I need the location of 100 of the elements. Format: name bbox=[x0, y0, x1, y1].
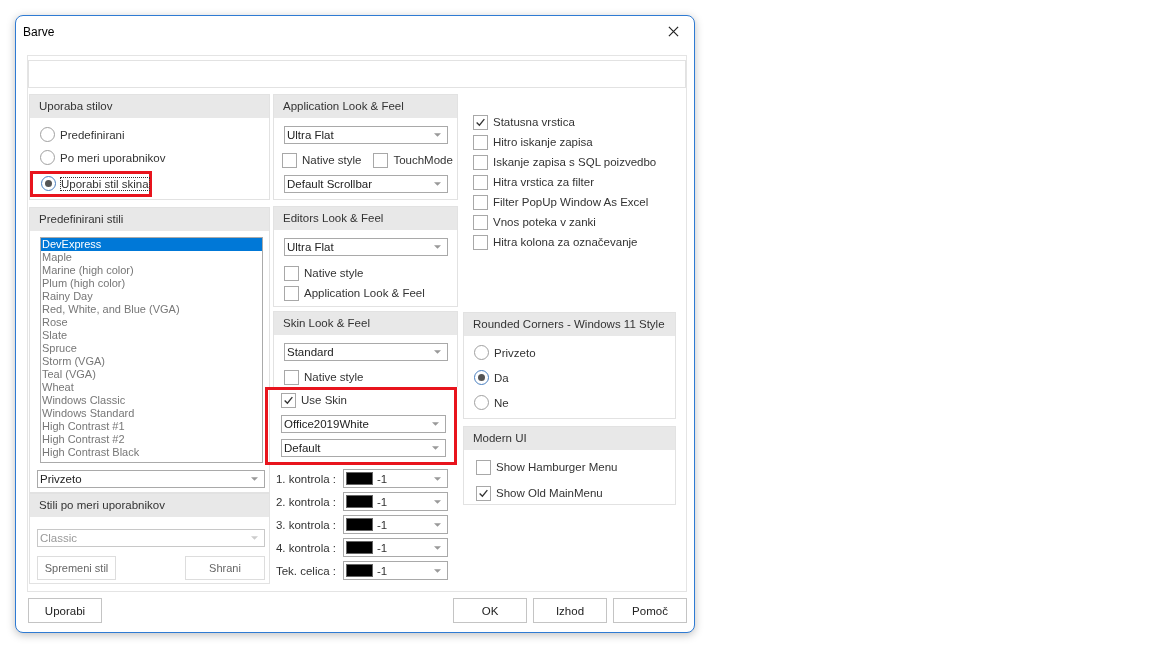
radio-label[interactable]: Privzeto bbox=[494, 346, 536, 359]
checkbox[interactable] bbox=[284, 265, 299, 281]
caret-icon bbox=[251, 536, 258, 540]
dropdown[interactable]: Ultra Flat bbox=[284, 238, 448, 256]
checkbox[interactable] bbox=[473, 234, 488, 250]
list-item[interactable]: Windows Standard bbox=[41, 407, 262, 420]
checkbox[interactable] bbox=[282, 152, 297, 168]
radio-label[interactable]: Da bbox=[494, 371, 509, 384]
color-label: Tek. celica : bbox=[274, 564, 337, 577]
color-dropdown[interactable]: -1 bbox=[343, 469, 448, 488]
group-header: Uporaba stilov bbox=[30, 95, 269, 118]
checkbox-label[interactable]: Hitra kolona za označevanje bbox=[493, 236, 638, 248]
color-dropdown[interactable]: -1 bbox=[343, 515, 448, 534]
checkbox-label[interactable]: Use Skin bbox=[301, 394, 348, 406]
list-item[interactable]: DevExpress bbox=[41, 238, 262, 251]
list-item[interactable]: Slate bbox=[41, 329, 262, 342]
caret-icon bbox=[434, 245, 441, 249]
apply-button[interactable]: Uporabi bbox=[28, 598, 102, 623]
radio-button[interactable] bbox=[474, 345, 489, 360]
color-dropdown[interactable]: -1 bbox=[343, 538, 448, 557]
caret-icon bbox=[434, 133, 441, 137]
radio-button[interactable] bbox=[41, 176, 56, 191]
checkbox[interactable] bbox=[473, 154, 488, 170]
checkbox[interactable] bbox=[284, 285, 299, 301]
group-header: Application Look & Feel bbox=[274, 95, 457, 118]
group-header: Predefinirani stili bbox=[30, 208, 269, 231]
checkbox-label[interactable]: Show Old MainMenu bbox=[496, 487, 603, 499]
dialog-button[interactable]: Izhod bbox=[533, 598, 607, 623]
checkbox-label[interactable]: Iskanje zapisa s SQL poizvedbo bbox=[493, 156, 657, 168]
checkbox[interactable] bbox=[373, 152, 389, 168]
checkbox-label[interactable]: Show Hamburger Menu bbox=[496, 461, 618, 473]
checkbox[interactable] bbox=[281, 392, 296, 408]
close-icon[interactable] bbox=[668, 26, 679, 37]
list-item[interactable]: Rainy Day bbox=[41, 290, 262, 303]
checkbox[interactable] bbox=[473, 114, 488, 130]
group-header: Modern UI bbox=[464, 427, 675, 450]
radio-label[interactable]: Po meri uporabnikov bbox=[60, 151, 166, 164]
list-item[interactable]: Wheat bbox=[41, 381, 262, 394]
radio-button[interactable] bbox=[40, 150, 55, 165]
list-item[interactable]: Spruce bbox=[41, 342, 262, 355]
checkbox[interactable] bbox=[473, 174, 488, 190]
radio-label[interactable]: Uporabi stil skina bbox=[61, 177, 149, 190]
list-item[interactable]: Plum (high color) bbox=[41, 277, 262, 290]
checkbox-label[interactable]: Filter PopUp Window As Excel bbox=[493, 196, 649, 208]
color-label: 4. kontrola : bbox=[274, 541, 337, 554]
color-label: 3. kontrola : bbox=[274, 518, 337, 531]
list-item[interactable]: High Contrast #2 bbox=[41, 433, 262, 446]
list-item[interactable]: Marine (high color) bbox=[41, 264, 262, 277]
checkbox-label[interactable]: Vnos poteka v zanki bbox=[493, 216, 596, 228]
checkbox[interactable] bbox=[476, 485, 491, 501]
dialog-button[interactable]: Pomoč bbox=[613, 598, 687, 623]
caret-icon bbox=[434, 350, 441, 354]
radio-button[interactable] bbox=[474, 395, 489, 410]
checkbox[interactable] bbox=[473, 214, 488, 230]
list-item[interactable]: Teal (VGA) bbox=[41, 368, 262, 381]
dropdown[interactable]: Default bbox=[281, 439, 446, 457]
dropdown[interactable]: Default Scrollbar bbox=[284, 175, 448, 193]
group-header: Rounded Corners - Windows 11 Style bbox=[464, 313, 675, 336]
dropdown[interactable]: Privzeto bbox=[37, 470, 265, 488]
list-item[interactable]: Maple bbox=[41, 251, 262, 264]
style-button[interactable]: Spremeni stil bbox=[37, 556, 116, 580]
checkbox-label[interactable]: Application Look & Feel bbox=[304, 287, 425, 299]
caret-icon bbox=[251, 477, 258, 481]
list-item[interactable]: Red, White, and Blue (VGA) bbox=[41, 303, 262, 316]
checkbox[interactable] bbox=[473, 134, 488, 150]
radio-button[interactable] bbox=[40, 127, 55, 142]
dropdown[interactable]: Ultra Flat bbox=[284, 126, 448, 144]
checkbox[interactable] bbox=[284, 369, 299, 385]
caret-icon bbox=[434, 568, 441, 573]
dialog-button[interactable]: OK bbox=[453, 598, 527, 623]
group-header: Stili po meri uporabnikov bbox=[30, 494, 269, 517]
checkbox[interactable] bbox=[473, 194, 488, 210]
checkbox-label[interactable]: Hitra vrstica za filter bbox=[493, 176, 594, 188]
checkbox-label[interactable]: Hitro iskanje zapisa bbox=[493, 136, 593, 148]
style-button[interactable]: Shrani bbox=[185, 556, 265, 580]
caret-icon bbox=[434, 522, 441, 527]
checkbox[interactable] bbox=[476, 459, 491, 475]
checkbox-label[interactable]: Native style bbox=[304, 371, 364, 383]
checkbox-label[interactable]: Native style bbox=[302, 154, 362, 166]
list-item[interactable]: High Contrast #1 bbox=[41, 420, 262, 433]
color-label: 2. kontrola : bbox=[274, 495, 337, 508]
list-item[interactable]: Storm (VGA) bbox=[41, 355, 262, 368]
radio-label[interactable]: Ne bbox=[494, 396, 509, 409]
color-label: 1. kontrola : bbox=[274, 472, 337, 485]
list-item[interactable]: Rose bbox=[41, 316, 262, 329]
caret-icon bbox=[434, 499, 441, 504]
window-title: Barve bbox=[23, 24, 55, 39]
color-dropdown[interactable]: -1 bbox=[343, 561, 448, 580]
radio-button[interactable] bbox=[474, 370, 489, 385]
checkbox-label[interactable]: Statusna vrstica bbox=[493, 116, 575, 128]
radio-label[interactable]: Predefinirani bbox=[60, 128, 125, 141]
list-item[interactable]: High Contrast Black bbox=[41, 446, 262, 459]
group-header: Skin Look & Feel bbox=[274, 312, 457, 335]
checkbox-label[interactable]: Native style bbox=[304, 267, 364, 279]
checkbox-label[interactable]: TouchMode bbox=[393, 154, 453, 166]
dropdown[interactable]: Office2019White bbox=[281, 415, 446, 433]
caret-icon bbox=[434, 182, 441, 186]
color-dropdown[interactable]: -1 bbox=[343, 492, 448, 511]
dropdown[interactable]: Standard bbox=[284, 343, 448, 361]
list-item[interactable]: Windows Classic bbox=[41, 394, 262, 407]
